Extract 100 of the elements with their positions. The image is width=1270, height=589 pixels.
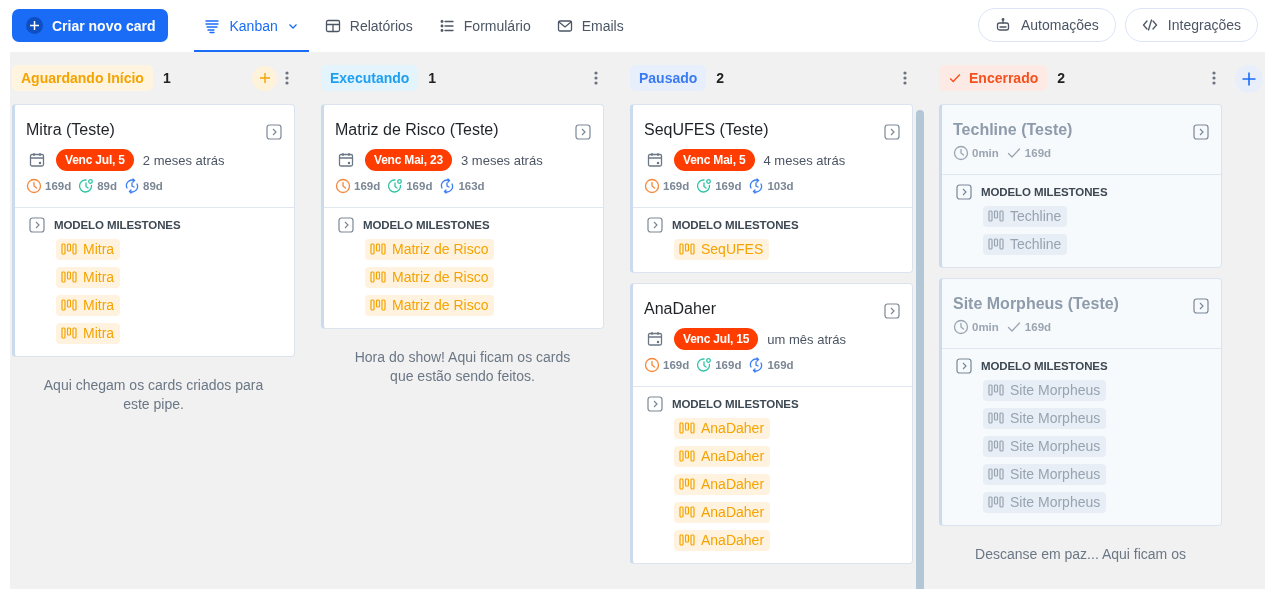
list-icon: [438, 18, 455, 34]
due-badge: Venc Mai, 23: [365, 149, 452, 171]
view-tab[interactable]: Emails: [546, 0, 634, 52]
column-hint: Descanse em paz... Aqui ficam os: [974, 545, 1187, 564]
expand-icon[interactable]: [647, 396, 663, 412]
plus-icon: [258, 72, 271, 84]
milestone-tag[interactable]: Mitra: [56, 295, 121, 316]
due-badge: Venc Mai, 5: [674, 149, 755, 171]
milestone-tag[interactable]: AnaDaher: [674, 530, 771, 551]
milestone-tag[interactable]: Site Morpheus: [983, 436, 1107, 457]
milestone-icon: [61, 299, 78, 311]
check-icon: [948, 71, 962, 85]
milestone-icon: [679, 478, 696, 490]
view-tab[interactable]: Formulário: [428, 0, 541, 52]
more-icon[interactable]: [594, 70, 598, 86]
milestone-icon: [370, 299, 387, 311]
relative-date: 2 meses atrás: [142, 152, 225, 168]
relative-date: 3 meses atrás: [461, 152, 543, 168]
milestone-tag[interactable]: Techline: [983, 234, 1068, 255]
expand-icon[interactable]: [338, 217, 354, 233]
column-hint: Aqui chegam os cards criados para este pipe.: [42, 376, 265, 414]
add-column-button[interactable]: [1235, 65, 1263, 93]
card-title: SeqUFES (Teste): [644, 121, 769, 139]
scrollbar[interactable]: [916, 110, 924, 589]
milestone-icon: [988, 210, 1005, 222]
milestone-tag[interactable]: Matriz de Risco: [365, 239, 495, 260]
card[interactable]: Techline (Teste) 0min 169d MODELO MILESTONES Techline Techline: [939, 104, 1222, 268]
milestone-tag[interactable]: Mitra: [56, 323, 121, 344]
timer-icon: [78, 178, 95, 194]
calendar-icon: [29, 152, 45, 168]
milestone-tag[interactable]: AnaDaher: [674, 446, 771, 467]
card[interactable]: SeqUFES (Teste) Venc Mai, 5 4 meses atrás 169d 169d 103d MODELO MILESTONES SeqUFES: [630, 104, 913, 273]
metric-value: 0min: [972, 321, 999, 333]
refresh-icon: [439, 178, 456, 194]
clock-icon: [644, 357, 660, 373]
expand-icon[interactable]: [1193, 298, 1209, 314]
milestone-tag[interactable]: Site Morpheus: [983, 464, 1107, 485]
refresh-icon: [748, 357, 765, 373]
expand-icon[interactable]: [884, 124, 900, 140]
milestone-icon: [370, 271, 387, 283]
milestone-tag[interactable]: AnaDaher: [674, 418, 771, 439]
expand-icon[interactable]: [956, 184, 972, 200]
integrations-button[interactable]: Integrações: [1124, 8, 1258, 42]
create-card-button[interactable]: Criar novo card: [12, 9, 169, 42]
expand-icon[interactable]: [956, 358, 972, 374]
milestone-tag[interactable]: SeqUFES: [674, 239, 770, 260]
metric-value: 103d: [767, 180, 794, 192]
metric-value: 89d: [143, 180, 163, 192]
view-tab[interactable]: Relatórios: [314, 0, 423, 52]
card[interactable]: Site Morpheus (Teste) 0min 169d MODELO MILESTONES Site Morpheus Site Morpheus Site Morpheus Site Morpheus Site Morpheus: [939, 278, 1222, 526]
milestone-icon: [988, 468, 1005, 480]
expand-icon[interactable]: [575, 124, 591, 140]
milestone-tag[interactable]: AnaDaher: [674, 502, 771, 523]
metric-value: 89d: [97, 180, 118, 192]
milestone-tag[interactable]: Site Morpheus: [983, 492, 1107, 513]
expand-icon[interactable]: [647, 217, 663, 233]
milestone-icon: [61, 271, 78, 283]
milestone-tag[interactable]: Mitra: [56, 267, 121, 288]
metric-value: 169d: [663, 359, 690, 371]
clock-icon: [953, 319, 969, 335]
column-label: Pausado: [630, 65, 707, 91]
expand-icon[interactable]: [884, 303, 900, 319]
card[interactable]: AnaDaher Venc Jul, 15 um mês atrás 169d 169d 169d MODELO MILESTONES AnaDaher AnaDaher AnaDaher AnaDaher AnaDaher: [630, 283, 913, 564]
timer-icon: [696, 357, 713, 373]
due-badge: Venc Jul, 15: [674, 328, 759, 350]
milestone-icon: [988, 440, 1005, 452]
automations-button[interactable]: Automações: [978, 8, 1116, 42]
code-icon: [1141, 17, 1158, 33]
column-label: Executando: [321, 65, 419, 91]
metric-value: 0min: [972, 147, 999, 159]
section-title: MODELO MILESTONES: [981, 186, 1108, 198]
card[interactable]: Mitra (Teste) Venc Jul, 5 2 meses atrás 169d 89d 89d MODELO MILESTONES Mitra Mitra Mitra Mitra: [12, 104, 295, 357]
more-icon[interactable]: [285, 70, 289, 86]
card-title: Site Morpheus (Teste): [953, 295, 1119, 313]
more-icon[interactable]: [903, 70, 907, 86]
milestone-tag[interactable]: Site Morpheus: [983, 408, 1107, 429]
milestone-icon: [679, 506, 696, 518]
more-icon[interactable]: [1212, 70, 1216, 86]
card-count: 2: [1057, 70, 1066, 86]
milestone-tag[interactable]: Techline: [983, 206, 1068, 227]
milestone-tag[interactable]: Matriz de Risco: [365, 267, 495, 288]
relative-date: um mês atrás: [767, 331, 847, 347]
section-title: MODELO MILESTONES: [672, 219, 799, 231]
expand-icon[interactable]: [1193, 124, 1209, 140]
metric-value: 163d: [458, 180, 485, 192]
milestone-tag[interactable]: Matriz de Risco: [365, 295, 495, 316]
mail-icon: [556, 18, 573, 34]
section-title: MODELO MILESTONES: [672, 398, 799, 410]
section-title: MODELO MILESTONES: [54, 219, 181, 231]
metric-value: 169d: [663, 180, 690, 192]
milestone-icon: [679, 243, 696, 255]
milestone-tag[interactable]: Site Morpheus: [983, 380, 1107, 401]
metric-value: 169d: [406, 180, 433, 192]
refresh-icon: [124, 178, 141, 194]
expand-icon[interactable]: [266, 124, 282, 140]
milestone-tag[interactable]: AnaDaher: [674, 474, 771, 495]
milestone-tag[interactable]: Mitra: [56, 239, 121, 260]
expand-icon[interactable]: [29, 217, 45, 233]
card[interactable]: Matriz de Risco (Teste) Venc Mai, 23 3 meses atrás 169d 169d 163d MODELO MILESTONES Matriz de Risco Matriz de Risco Matriz de Risco: [321, 104, 604, 329]
relative-date: 4 meses atrás: [763, 152, 846, 168]
